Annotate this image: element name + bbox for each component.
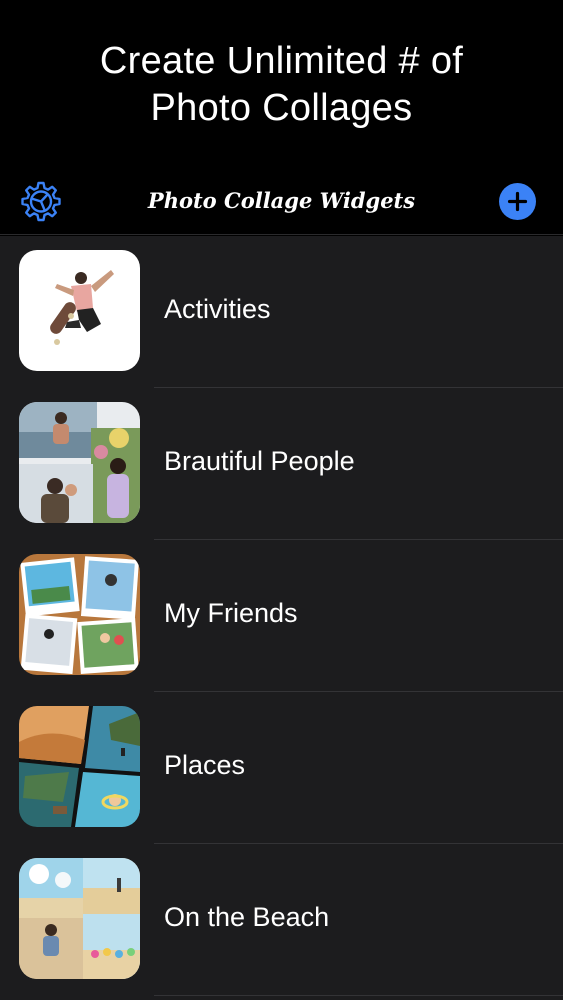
collage-thumbnail-my-friends <box>19 554 140 675</box>
collage-row-brautiful-people[interactable]: Brautiful People <box>0 388 563 540</box>
collage-label: Places <box>164 750 246 780</box>
promo-title-line-2: Photo Collages <box>150 87 413 129</box>
collage-thumbnail-activities <box>19 250 140 371</box>
promo-title: Create Unlimited # of Photo Collages <box>0 38 563 132</box>
collage-label: On the Beach <box>164 902 330 932</box>
collage-label: Brautiful People <box>164 446 355 476</box>
collage-row-my-friends[interactable]: My Friends <box>0 540 563 692</box>
navigation-title: Photo Collage Widgets <box>147 188 416 213</box>
collage-label: Activities <box>164 294 271 324</box>
collage-label: My Friends <box>164 598 298 628</box>
add-collage-button[interactable] <box>499 183 536 220</box>
collage-row-activities[interactable]: Activities <box>0 236 563 388</box>
collage-thumbnail-brautiful-people <box>19 402 140 523</box>
collage-list: Activities Brautiful People My Friends P… <box>0 236 563 1000</box>
collage-thumbnail-places <box>19 706 140 827</box>
navigation-bar: Photo Collage Widgets <box>0 160 563 235</box>
promo-banner: Create Unlimited # of Photo Collages <box>0 0 563 160</box>
plus-icon <box>507 191 528 212</box>
row-separator <box>154 995 563 996</box>
promo-title-line-1: Create Unlimited # of <box>99 40 464 82</box>
collage-row-places[interactable]: Places <box>0 692 563 844</box>
collage-thumbnail-on-the-beach <box>19 858 140 979</box>
collage-row-on-the-beach[interactable]: On the Beach <box>0 844 563 996</box>
